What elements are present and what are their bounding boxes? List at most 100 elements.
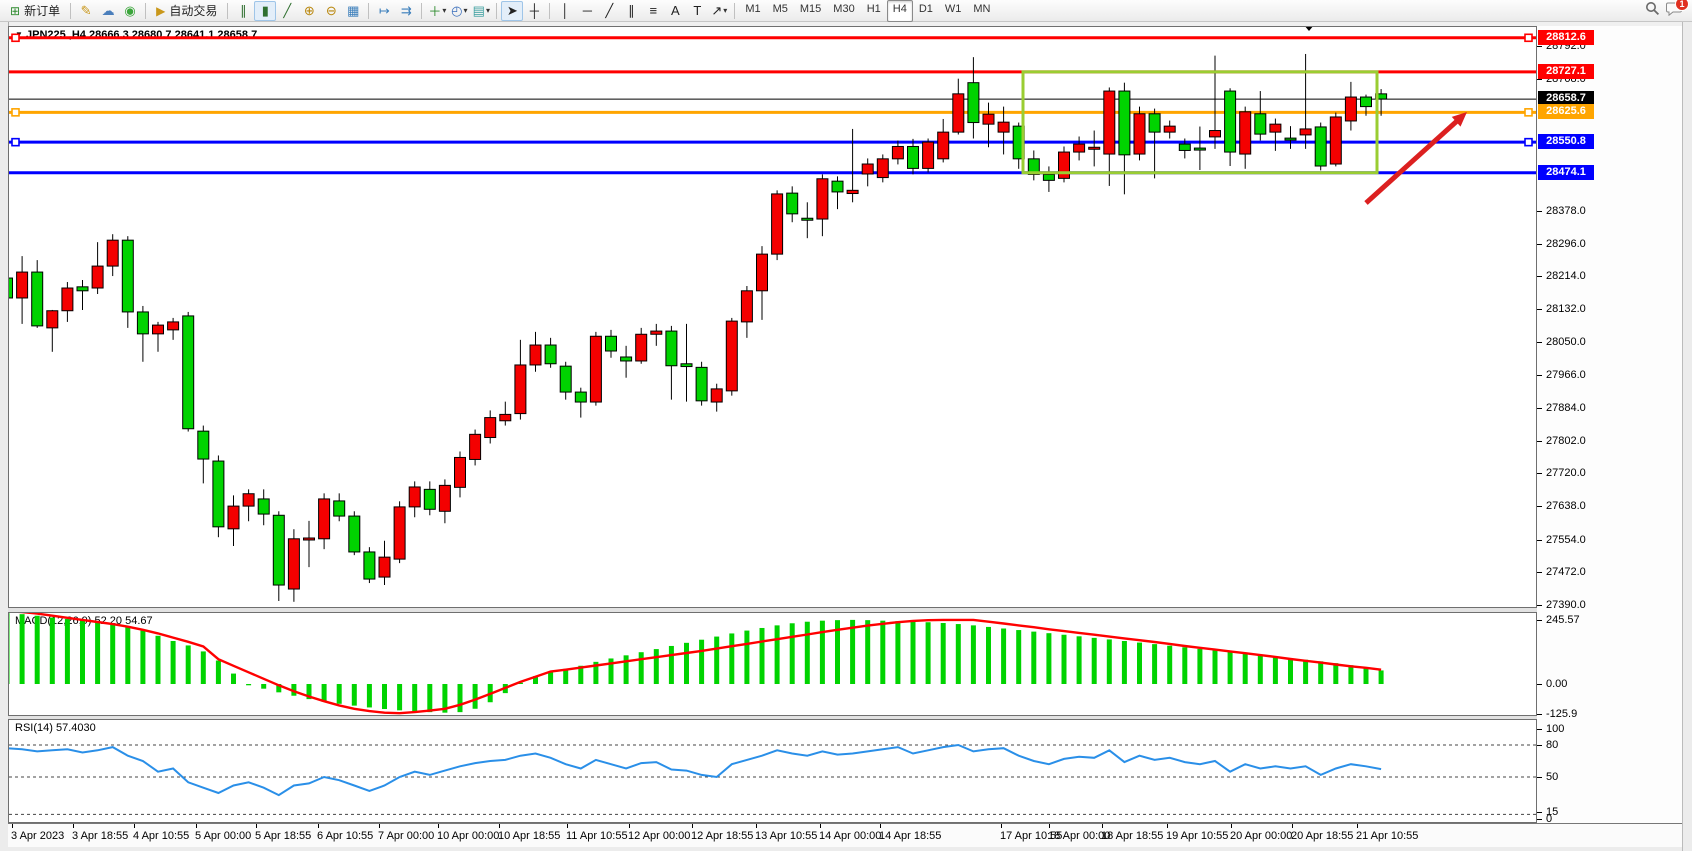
time-label: 10 Apr 00:00 [437, 830, 499, 842]
vertical-line-icon[interactable]: │ [554, 1, 576, 21]
price-tick: 27802.0 [1546, 435, 1586, 447]
time-tick [1357, 824, 1358, 828]
window-right-edge [1682, 22, 1692, 851]
templates-dropdown[interactable]: ▤▾ [470, 1, 492, 21]
chevron-down-icon: ▾ [486, 6, 490, 15]
candlestick-icon[interactable]: ▮ [254, 1, 276, 21]
chevron-down-icon: ▾ [723, 6, 727, 15]
price-badge: 28625.6 [1538, 104, 1594, 119]
zoom-out-icon[interactable]: ⊖ [320, 1, 342, 21]
price-tick: 28296.0 [1546, 238, 1586, 250]
auto-scroll-icon[interactable]: ⇉ [395, 1, 417, 21]
mt4-window: ⊞ 新订单 ✎ ☁ ◉ ▶ 自动交易 ∥ ▮ ╱ ⊕ ⊖ ▦ ↦ ⇉ ＋▾ ◴▾… [0, 0, 1692, 851]
time-label: 19 Apr 10:55 [1166, 830, 1228, 842]
community-icon[interactable]: ☁ [97, 1, 119, 21]
timeframe-m30[interactable]: M30 [827, 0, 860, 22]
bar-chart-icon[interactable]: ∥ [232, 1, 254, 21]
profiles-icon[interactable]: ✎ [75, 1, 97, 21]
macd-panel[interactable]: MACD(12,26,9) 52.20 54.67 [8, 612, 1537, 716]
toolbar-separator [145, 3, 146, 19]
shift-chart-icon[interactable]: ↦ [373, 1, 395, 21]
search-icon[interactable] [1645, 1, 1660, 21]
tick-mark [1537, 309, 1542, 310]
time-label: 14 Apr 00:00 [819, 830, 881, 842]
auto-trading-button[interactable]: ▶ 自动交易 [150, 0, 223, 22]
time-tick [820, 824, 821, 828]
time-tick [756, 824, 757, 828]
price-axis[interactable]: 28792.028708.028378.028296.028214.028132… [1537, 26, 1682, 823]
trendline-icon[interactable]: ╱ [598, 1, 620, 21]
time-label: 12 Apr 00:00 [628, 830, 690, 842]
time-label: 4 Apr 10:55 [133, 830, 189, 842]
time-tick [1102, 824, 1103, 828]
rsi-tick: 50 [1546, 771, 1558, 783]
chat-icon[interactable]: 1 [1666, 1, 1682, 21]
crosshair-icon[interactable]: ┼ [523, 1, 545, 21]
toolbar-separator [549, 3, 550, 19]
candlestick-chart [9, 27, 1536, 607]
toolbar-separator [734, 3, 735, 19]
indicators-dropdown[interactable]: ＋▾ [426, 1, 448, 21]
line-chart-icon[interactable]: ╱ [276, 1, 298, 21]
rsi-chart [9, 720, 1536, 822]
timeframe-h4[interactable]: H4 [887, 0, 913, 22]
new-order-icon: ⊞ [10, 4, 20, 18]
tick-mark [1537, 46, 1542, 47]
time-tick [629, 824, 630, 828]
zoom-in-icon[interactable]: ⊕ [298, 1, 320, 21]
tile-windows-icon[interactable]: ▦ [342, 1, 364, 21]
periods-dropdown[interactable]: ◴▾ [448, 1, 470, 21]
arrows-dropdown[interactable]: ↗▾ [708, 1, 730, 21]
cursor-icon[interactable]: ➤ [501, 1, 523, 21]
timeframe-mn[interactable]: MN [967, 0, 996, 22]
time-tick [692, 824, 693, 828]
tick-mark [1537, 473, 1542, 474]
price-tick: 27472.0 [1546, 566, 1586, 578]
tick-mark [1537, 375, 1542, 376]
time-label: 13 Apr 10:55 [755, 830, 817, 842]
time-label: 3 Apr 2023 [11, 830, 64, 842]
time-tick [438, 824, 439, 828]
label-icon[interactable]: T [686, 1, 708, 21]
price-chart-panel[interactable]: ▼ JPN225 ,H4 28666.3 28680.7 28641.1 286… [8, 26, 1537, 608]
timeframe-group: M1M5M15M30H1H4D1W1MN [739, 0, 996, 22]
tick-mark [1537, 620, 1542, 621]
toolbar-separator [227, 3, 228, 19]
time-label: 18 Apr 18:55 [1101, 830, 1163, 842]
timeframe-w1[interactable]: W1 [939, 0, 968, 22]
tick-mark [1537, 79, 1542, 80]
time-tick [1167, 824, 1168, 828]
time-label: 10 Apr 18:55 [498, 830, 560, 842]
timeframe-m5[interactable]: M5 [767, 0, 794, 22]
tick-mark [1537, 342, 1542, 343]
channel-icon[interactable]: ∥ [620, 1, 642, 21]
toolbar-separator [421, 3, 422, 19]
timeframe-h1[interactable]: H1 [861, 0, 887, 22]
price-badge: 28727.1 [1538, 64, 1594, 79]
window-bottom-edge [8, 847, 1682, 851]
tick-mark [1537, 714, 1542, 715]
price-tick: 27554.0 [1546, 534, 1586, 546]
time-tick [1001, 824, 1002, 828]
timeframe-m15[interactable]: M15 [794, 0, 827, 22]
tick-mark [1537, 572, 1542, 573]
horizontal-line-icon[interactable]: ─ [576, 1, 598, 21]
macd-tick: 245.57 [1546, 614, 1580, 626]
time-label: 14 Apr 18:55 [879, 830, 941, 842]
new-order-label: 新订单 [24, 2, 60, 19]
fibonacci-icon[interactable]: ≡ [642, 1, 664, 21]
tick-mark [1537, 408, 1542, 409]
tick-mark [1537, 211, 1542, 212]
time-axis[interactable]: 3 Apr 20233 Apr 18:554 Apr 10:555 Apr 00… [8, 823, 1682, 847]
tick-mark [1537, 605, 1542, 606]
time-label: 21 Apr 10:55 [1356, 830, 1418, 842]
timeframe-d1[interactable]: D1 [913, 0, 939, 22]
new-order-button[interactable]: ⊞ 新订单 [4, 0, 66, 22]
timeframe-m1[interactable]: M1 [739, 0, 766, 22]
rsi-tick: 100 [1546, 723, 1564, 735]
signals-icon[interactable]: ◉ [119, 1, 141, 21]
auto-trading-label: 自动交易 [169, 2, 217, 19]
text-icon[interactable]: A [664, 1, 686, 21]
rsi-panel[interactable]: RSI(14) 57.4030 [8, 719, 1537, 823]
time-tick [256, 824, 257, 828]
